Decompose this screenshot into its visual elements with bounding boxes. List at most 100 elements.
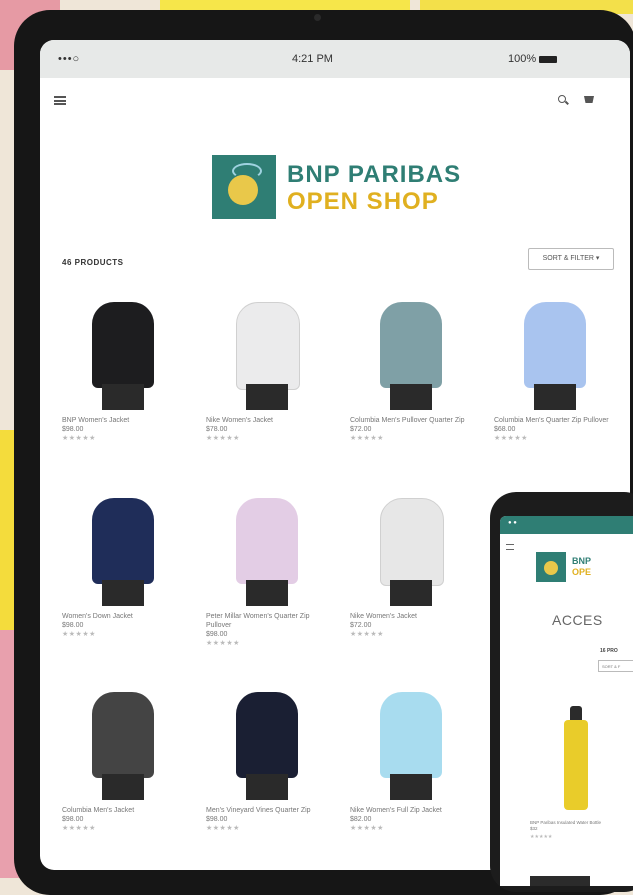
product-image[interactable] (494, 296, 624, 412)
product-card[interactable]: Nike Women's Full Zip Jacket $82.00 ★★★★★ (350, 686, 480, 834)
product-price: $82.00 (350, 816, 372, 823)
product-price: $98.00 (62, 622, 84, 629)
product-price: $98.00 (206, 631, 228, 638)
product-card[interactable]: Columbia Men's Jacket $98.00 ★★★★★ (62, 686, 192, 834)
product-price: $72.00 (350, 426, 372, 433)
product-card[interactable]: Women's Down Jacket $98.00 ★★★★★ (62, 492, 192, 640)
product-name[interactable]: BNP Women's Jacket (62, 416, 192, 425)
product-name[interactable]: Men's Vineyard Vines Quarter Zip (206, 806, 336, 815)
model-legs (246, 580, 288, 606)
model-legs (102, 384, 144, 410)
product-name[interactable]: Nike Women's Jacket (350, 612, 480, 621)
product-card[interactable]: Nike Women's Jacket $78.00 ★★★★★ (206, 296, 336, 444)
product-price: $68.00 (494, 426, 516, 433)
apparel-shape (92, 302, 154, 388)
battery-status: 100% (508, 53, 558, 65)
apparel-shape (92, 692, 154, 778)
water-bottle-image[interactable] (564, 720, 588, 810)
product-image[interactable] (206, 492, 336, 608)
product-name[interactable]: Nike Women's Jacket (206, 416, 336, 425)
signal-indicator: •••○ (58, 53, 81, 65)
rating-stars: ★★★★★ (494, 435, 528, 442)
model-legs (246, 774, 288, 800)
shop-logo[interactable]: BNP PARIBAS OPEN SHOP (212, 155, 472, 221)
phone-hamburger-icon[interactable] (506, 544, 514, 550)
model-legs (102, 580, 144, 606)
phone-products-count: 16 PRO (600, 648, 618, 654)
logo-text-line2: OPEN SHOP (287, 188, 439, 215)
model-legs (390, 774, 432, 800)
model-legs (390, 384, 432, 410)
cart-icon[interactable] (584, 96, 594, 103)
product-image[interactable] (206, 296, 336, 412)
phone-screen: ● ● BNP OPE ACCES 16 PRO SORT & F BNP Pa… (500, 516, 633, 886)
product-price: $78.00 (206, 426, 228, 433)
rating-stars: ★★★★★ (206, 435, 240, 442)
sort-filter-select[interactable]: SORT & FILTER ▾ (528, 248, 614, 270)
product-name[interactable]: Nike Women's Full Zip Jacket (350, 806, 480, 815)
status-bar: •••○ 4:21 PM 100% (40, 40, 630, 78)
rating-stars: ★★★★★ (350, 435, 384, 442)
apparel-shape (380, 692, 442, 778)
phone-status-bar: ● ● (500, 516, 633, 534)
rating-stars: ★★★★★ (62, 631, 96, 638)
product-image[interactable] (350, 492, 480, 608)
rating-stars: ★★★★★ (350, 825, 384, 832)
phone-product-price: $32 (530, 826, 538, 831)
phone-tennis-ball-icon (544, 561, 558, 575)
model-legs (246, 384, 288, 410)
product-name[interactable]: Columbia Men's Quarter Zip Pullover (494, 416, 624, 425)
status-time: 4:21 PM (292, 53, 333, 65)
product-image[interactable] (62, 686, 192, 802)
rating-stars: ★★★★★ (350, 631, 384, 638)
phone-logo-line1: BNP (572, 556, 592, 566)
search-icon[interactable] (558, 95, 566, 103)
rating-stars: ★★★★★ (206, 825, 240, 832)
product-name[interactable]: Women's Down Jacket (62, 612, 192, 621)
phone-logo-icon[interactable] (536, 552, 566, 582)
phone-rating-stars: ★★★★★ (530, 834, 553, 840)
rating-stars: ★★★★★ (62, 435, 96, 442)
product-price: $98.00 (206, 816, 228, 823)
logo-text-line1: BNP PARIBAS (287, 161, 462, 188)
product-name[interactable]: Columbia Men's Pullover Quarter Zip (350, 416, 480, 425)
product-image[interactable] (350, 686, 480, 802)
model-legs (102, 774, 144, 800)
product-price: $98.00 (62, 426, 84, 433)
phone-sort-select[interactable]: SORT & F (598, 660, 633, 672)
model-legs (390, 580, 432, 606)
product-image[interactable] (206, 686, 336, 802)
apparel-shape (380, 498, 444, 586)
battery-label: 100% (508, 53, 537, 65)
rating-stars: ★★★★★ (62, 825, 96, 832)
phone-category-heading: ACCES (552, 612, 603, 628)
logo-swoosh (232, 163, 262, 179)
apparel-shape (524, 302, 586, 388)
phone-product-name[interactable]: BNP Paribas Insulated Water Bottle $32 (530, 820, 620, 832)
apparel-shape (380, 302, 442, 388)
product-price: $72.00 (350, 622, 372, 629)
product-card[interactable]: BNP Women's Jacket $98.00 ★★★★★ (62, 296, 192, 444)
product-image[interactable] (350, 296, 480, 412)
hamburger-icon[interactable] (54, 96, 66, 105)
logo-emblem-icon (212, 155, 276, 219)
camera-icon (314, 14, 321, 21)
apparel-shape (236, 498, 298, 584)
product-card[interactable]: Peter Millar Women's Quarter Zip Pullove… (206, 492, 336, 649)
product-image[interactable] (62, 492, 192, 608)
phone-device: ● ● BNP OPE ACCES 16 PRO SORT & F BNP Pa… (490, 492, 633, 892)
top-nav (40, 88, 630, 116)
product-card[interactable]: Nike Women's Jacket $72.00 ★★★★★ (350, 492, 480, 640)
rating-stars: ★★★★★ (206, 640, 240, 647)
battery-icon (539, 55, 558, 63)
product-card[interactable]: Columbia Men's Quarter Zip Pullover $68.0… (494, 296, 624, 444)
tennis-ball-icon (228, 175, 258, 205)
product-card[interactable]: Columbia Men's Pullover Quarter Zip $72.0… (350, 296, 480, 444)
product-image[interactable] (62, 296, 192, 412)
phone-logo-line2: OPE (572, 567, 592, 577)
product-name[interactable]: Columbia Men's Jacket (62, 806, 192, 815)
products-count: 46 PRODUCTS (62, 258, 124, 267)
product-name[interactable]: Peter Millar Women's Quarter Zip Pullove… (206, 612, 336, 630)
phone-product-title: BNP Paribas Insulated Water Bottle (530, 820, 602, 825)
product-card[interactable]: Men's Vineyard Vines Quarter Zip $98.00 ★★… (206, 686, 336, 834)
